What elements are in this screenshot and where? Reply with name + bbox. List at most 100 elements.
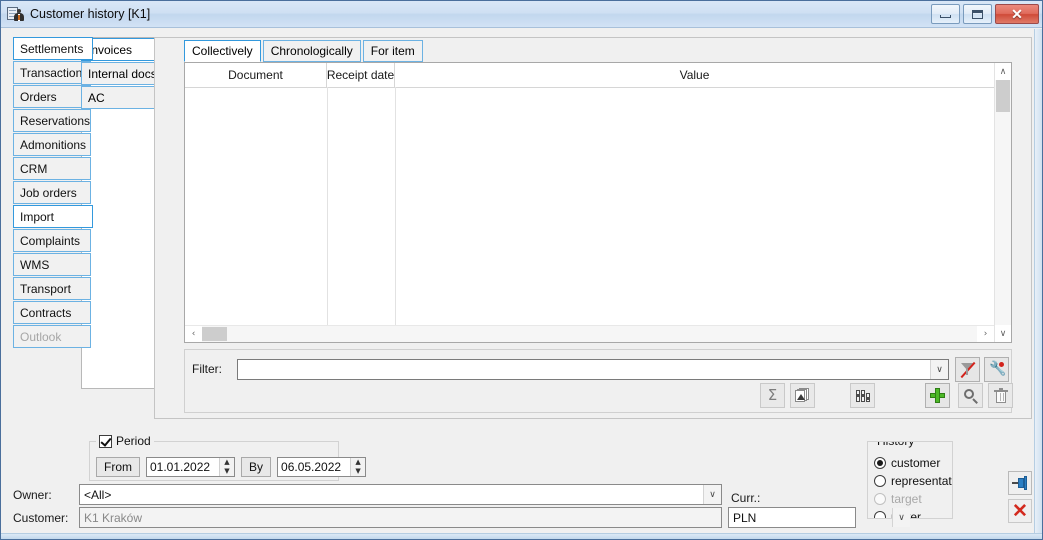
scroll-left-icon[interactable]: ‹	[185, 326, 202, 342]
save-button[interactable]	[1008, 471, 1032, 495]
from-date-input[interactable]	[147, 460, 219, 474]
period-checkbox[interactable]	[99, 434, 112, 448]
hscroll-thumb[interactable]	[202, 327, 227, 341]
sidebar-item-complaints[interactable]: Complaints	[13, 229, 91, 252]
grid-vertical-scrollbar[interactable]: ∧ ∨	[994, 63, 1011, 342]
plus-icon	[930, 388, 945, 403]
vscroll-track[interactable]	[995, 80, 1011, 325]
spin-down-icon[interactable]: ▼	[351, 467, 365, 476]
sidebar-item-label: Transactions	[20, 65, 89, 80]
sidebar-item-settlements[interactable]: Settlements	[13, 37, 93, 60]
customer-history-window: Customer history [K1] ✕ Settlements Tran…	[0, 0, 1043, 540]
by-date-input[interactable]	[278, 460, 351, 474]
filter-input[interactable]	[238, 360, 930, 379]
trash-icon	[993, 387, 1008, 404]
grid-horizontal-scrollbar[interactable]: ‹ ›	[185, 325, 994, 342]
owner-combobox[interactable]: ∨	[79, 484, 722, 505]
sidebar-item-crm[interactable]: CRM	[13, 157, 91, 180]
radio-indicator	[874, 474, 886, 487]
preview-button[interactable]	[958, 383, 983, 408]
sidebar-item-label: Reservations	[20, 113, 91, 128]
sidebar-item-label: Orders	[20, 89, 57, 104]
filter-settings-button[interactable]: 🔧	[984, 357, 1009, 382]
currency-input[interactable]	[729, 508, 892, 527]
add-button[interactable]	[925, 383, 950, 408]
history-option-customer[interactable]: customer	[874, 455, 952, 470]
delete-button[interactable]	[988, 383, 1013, 408]
maximize-button[interactable]	[963, 4, 992, 24]
binders-icon	[854, 388, 871, 404]
sidebar-item-transactions[interactable]: Transactions	[13, 61, 91, 84]
owner-input[interactable]	[80, 485, 703, 504]
scroll-right-icon[interactable]: ›	[977, 326, 994, 342]
minimize-button[interactable]	[931, 4, 960, 24]
sum-button[interactable]: Σ	[760, 383, 785, 408]
from-button[interactable]: From	[96, 457, 140, 477]
column-header-value[interactable]: Value	[395, 63, 994, 87]
by-date-spinner[interactable]: ▲ ▼	[277, 457, 367, 477]
sidebar-item-label: Admonitions	[20, 137, 87, 152]
tab-for-item[interactable]: For item	[362, 40, 423, 62]
vscroll-thumb[interactable]	[996, 80, 1010, 112]
chevron-down-icon[interactable]: ∨	[930, 360, 948, 379]
title-bar: Customer history [K1] ✕	[1, 1, 1042, 28]
history-legend: History	[874, 442, 918, 448]
sidebar-item-import[interactable]: Import	[13, 205, 93, 228]
by-date-spin-buttons[interactable]: ▲ ▼	[350, 458, 366, 476]
sidebar-item-admonitions[interactable]: Admonitions	[13, 133, 91, 156]
right-edge-rail	[1034, 29, 1042, 539]
sidebar-item-orders[interactable]: Orders	[13, 85, 91, 108]
customer-input[interactable]	[80, 508, 721, 527]
from-date-spinner[interactable]: ▲ ▼	[146, 457, 235, 477]
history-option-representative[interactable]: representative	[874, 473, 952, 488]
by-button[interactable]: By	[241, 457, 272, 477]
spin-down-icon[interactable]: ▼	[220, 467, 234, 476]
bottom-edge-rail	[1, 533, 1042, 539]
close-button[interactable]: ✕	[995, 4, 1039, 24]
grid-column-dividers	[185, 87, 994, 325]
sidebar-item-transport[interactable]: Transport	[13, 277, 91, 300]
documents-grid[interactable]: Document Receipt date Value ∧ ∨ ‹ ›	[184, 62, 1012, 343]
scroll-down-icon[interactable]: ∨	[995, 325, 1011, 342]
tab-collectively[interactable]: Collectively	[184, 40, 261, 62]
sidebar-item-reservations[interactable]: Reservations	[13, 109, 91, 132]
sidebar-item-contracts[interactable]: Contracts	[13, 301, 91, 324]
period-legend: Period	[96, 434, 154, 448]
history-option-label: target	[891, 491, 922, 506]
period-group: Period From ▲ ▼ By ▲ ▼	[89, 434, 367, 481]
subtab-ac[interactable]: AC	[81, 86, 157, 109]
sidebar-item-wms[interactable]: WMS	[13, 253, 91, 276]
customer-field[interactable]	[79, 507, 722, 528]
sidebar-item-label: Complaints	[20, 233, 81, 248]
clear-filter-button[interactable]	[955, 357, 980, 382]
currency-combobox[interactable]: ∨	[728, 507, 910, 528]
owner-label: Owner:	[13, 488, 52, 502]
tab-label: Chronologically	[270, 44, 353, 58]
filter-label: Filter:	[192, 362, 222, 376]
subtab-internal-docs[interactable]: Internal docs	[81, 62, 157, 85]
chevron-down-icon[interactable]: ∨	[703, 485, 721, 504]
filter-row: Filter: ∨ 🔧	[185, 357, 1011, 382]
sidebar: Settlements Transactions Orders Reservat…	[13, 37, 93, 349]
filter-combobox[interactable]: ∨	[237, 359, 949, 380]
close-dialog-button[interactable]: ✕	[1008, 499, 1032, 523]
spin-up-icon[interactable]: ▲	[220, 458, 234, 467]
copy-pages-button[interactable]	[790, 383, 815, 408]
pin-save-icon	[1012, 476, 1028, 490]
scroll-up-icon[interactable]: ∧	[995, 63, 1011, 80]
sidebar-item-outlook: Outlook	[13, 325, 91, 348]
tab-chronologically[interactable]: Chronologically	[262, 40, 361, 62]
from-date-spin-buttons[interactable]: ▲ ▼	[219, 458, 234, 476]
column-header-receipt-date[interactable]: Receipt date	[327, 63, 395, 87]
column-header-document[interactable]: Document	[185, 63, 327, 87]
sidebar-item-label: Outlook	[20, 329, 62, 344]
subtab-label: Invoices	[88, 42, 133, 57]
sidebar-item-job-orders[interactable]: Job orders	[13, 181, 91, 204]
sigma-icon: Σ	[767, 386, 778, 404]
archive-button[interactable]	[850, 383, 875, 408]
subtab-label: AC	[88, 90, 105, 105]
sidebar-item-label: Import	[20, 209, 55, 224]
spin-up-icon[interactable]: ▲	[351, 458, 365, 467]
chevron-down-icon[interactable]: ∨	[892, 508, 910, 527]
customer-card-icon	[7, 6, 25, 22]
